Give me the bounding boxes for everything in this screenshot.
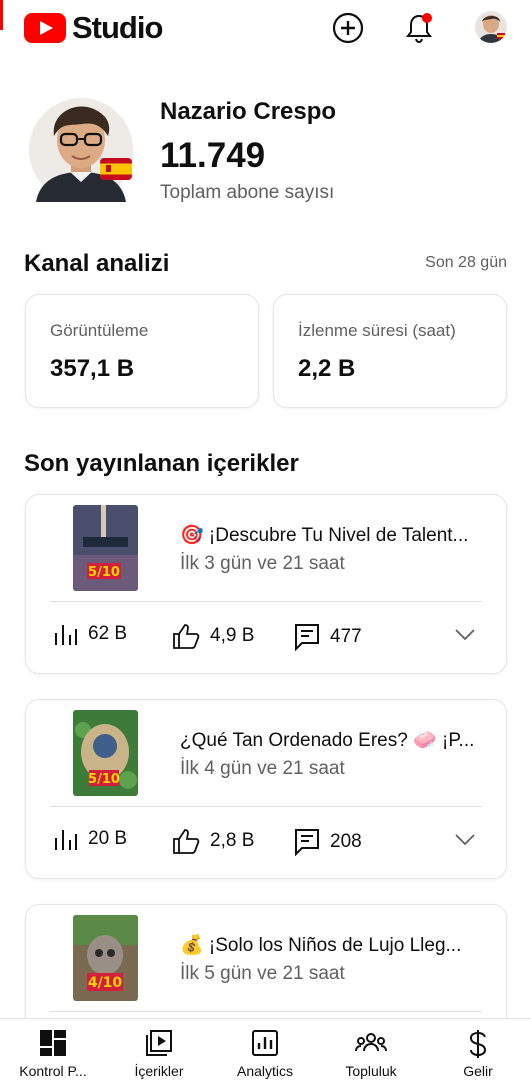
divider bbox=[50, 806, 482, 807]
video-age: İlk 3 gün ve 21 saat bbox=[180, 553, 345, 574]
nav-item-dashboard[interactable]: Kontrol P... bbox=[3, 1019, 103, 1081]
bar-chart-icon bbox=[55, 830, 77, 850]
likes-count: 4,9 B bbox=[210, 625, 255, 646]
video-title[interactable]: ¿Qué Tan Ordenado Eres? 🧼 ¡P... bbox=[180, 728, 490, 752]
divider bbox=[50, 1011, 482, 1012]
likes-metric: 2,8 B bbox=[172, 828, 254, 854]
avatar[interactable] bbox=[475, 11, 507, 43]
chevron-down-icon[interactable] bbox=[454, 833, 476, 847]
svg-text:4/10: 4/10 bbox=[88, 975, 123, 991]
nav-item-analytics[interactable]: Analytics bbox=[215, 1019, 315, 1081]
nav-item-content[interactable]: İçerikler bbox=[109, 1019, 209, 1081]
video-title[interactable]: 🎯 ¡Descubre Tu Nivel de Talent... bbox=[180, 523, 490, 547]
views-count: 62 B bbox=[88, 623, 128, 644]
video-card[interactable]: 5/10 ¿Qué Tan Ordenado Eres? 🧼 ¡P... İlk… bbox=[25, 699, 507, 879]
comment-icon bbox=[295, 624, 319, 651]
nav-label: Topluluk bbox=[345, 1063, 397, 1079]
svg-text:5/10: 5/10 bbox=[88, 565, 120, 580]
recent-title: Son yayınlanan içerikler bbox=[24, 450, 299, 477]
views-card[interactable]: Görüntüleme 357,1 B bbox=[25, 294, 259, 408]
subscriber-label: Toplam abone sayısı bbox=[160, 182, 335, 203]
video-thumbnail[interactable]: 5/10 bbox=[73, 505, 138, 591]
notification-dot bbox=[422, 13, 432, 23]
analytics-period: Son 28 gün bbox=[425, 254, 507, 271]
edge-marker bbox=[0, 0, 3, 30]
views-metric: 20 B bbox=[54, 828, 127, 850]
likes-metric: 4,9 B bbox=[172, 623, 254, 649]
channel-name: Nazario Crespo bbox=[160, 98, 337, 125]
thumbs-up-icon bbox=[173, 829, 200, 854]
divider bbox=[50, 601, 482, 602]
comments-count: 477 bbox=[330, 626, 362, 647]
community-icon bbox=[355, 1033, 387, 1052]
views-label: Görüntüleme bbox=[50, 321, 149, 340]
dollar-icon bbox=[469, 1030, 487, 1058]
video-card[interactable]: 5/10 🎯 ¡Descubre Tu Nivel de Talent... İ… bbox=[25, 494, 507, 674]
views-metric: 62 B bbox=[54, 623, 127, 645]
thumbs-up-icon bbox=[173, 624, 200, 649]
views-count: 20 B bbox=[88, 828, 128, 849]
channel-avatar[interactable] bbox=[28, 92, 134, 204]
nav-label: Gelir bbox=[463, 1063, 493, 1079]
create-plus-icon[interactable] bbox=[330, 10, 366, 46]
watch-time-label: İzlenme süresi (saat) bbox=[298, 321, 456, 340]
comments-metric: 477 bbox=[294, 623, 362, 651]
video-thumbnail[interactable]: 4/10 bbox=[73, 915, 138, 1001]
video-age: İlk 5 gün ve 21 saat bbox=[180, 963, 345, 984]
comment-icon bbox=[295, 829, 319, 856]
comments-count: 208 bbox=[330, 831, 362, 852]
video-age: İlk 4 gün ve 21 saat bbox=[180, 758, 345, 779]
svg-text:5/10: 5/10 bbox=[88, 772, 120, 787]
video-title[interactable]: 💰 ¡Solo los Niños de Lujo Lleg... bbox=[180, 933, 490, 957]
studio-logo[interactable]: Studio bbox=[24, 10, 163, 46]
top-bar: Studio bbox=[0, 0, 531, 56]
bar-chart-icon bbox=[55, 625, 77, 645]
watch-time-value: 2,2 B bbox=[298, 355, 356, 382]
video-thumbnail[interactable]: 5/10 bbox=[73, 710, 138, 796]
nav-item-community[interactable]: Topluluk bbox=[321, 1019, 421, 1081]
nav-label: Kontrol P... bbox=[19, 1063, 87, 1079]
bottom-navigation: Kontrol P... İçerikler Analytics Toplulu… bbox=[0, 1018, 531, 1081]
analytics-title: Kanal analizi bbox=[24, 250, 170, 277]
subscriber-count: 11.749 bbox=[160, 136, 266, 175]
chevron-down-icon[interactable] bbox=[454, 628, 476, 642]
nav-label: İçerikler bbox=[134, 1063, 184, 1079]
nav-item-earn[interactable]: Gelir bbox=[428, 1019, 528, 1081]
likes-count: 2,8 B bbox=[210, 830, 255, 851]
dashboard-icon bbox=[40, 1030, 66, 1056]
content-icon bbox=[146, 1030, 172, 1056]
logo-text: Studio bbox=[72, 10, 163, 45]
nav-label: Analytics bbox=[236, 1063, 294, 1079]
comments-metric: 208 bbox=[294, 828, 362, 856]
views-value: 357,1 B bbox=[50, 355, 135, 382]
analytics-icon bbox=[252, 1030, 278, 1056]
watch-time-card[interactable]: İzlenme süresi (saat) 2,2 B bbox=[273, 294, 507, 408]
bell-icon[interactable] bbox=[401, 10, 437, 46]
youtube-play-icon bbox=[24, 13, 66, 43]
